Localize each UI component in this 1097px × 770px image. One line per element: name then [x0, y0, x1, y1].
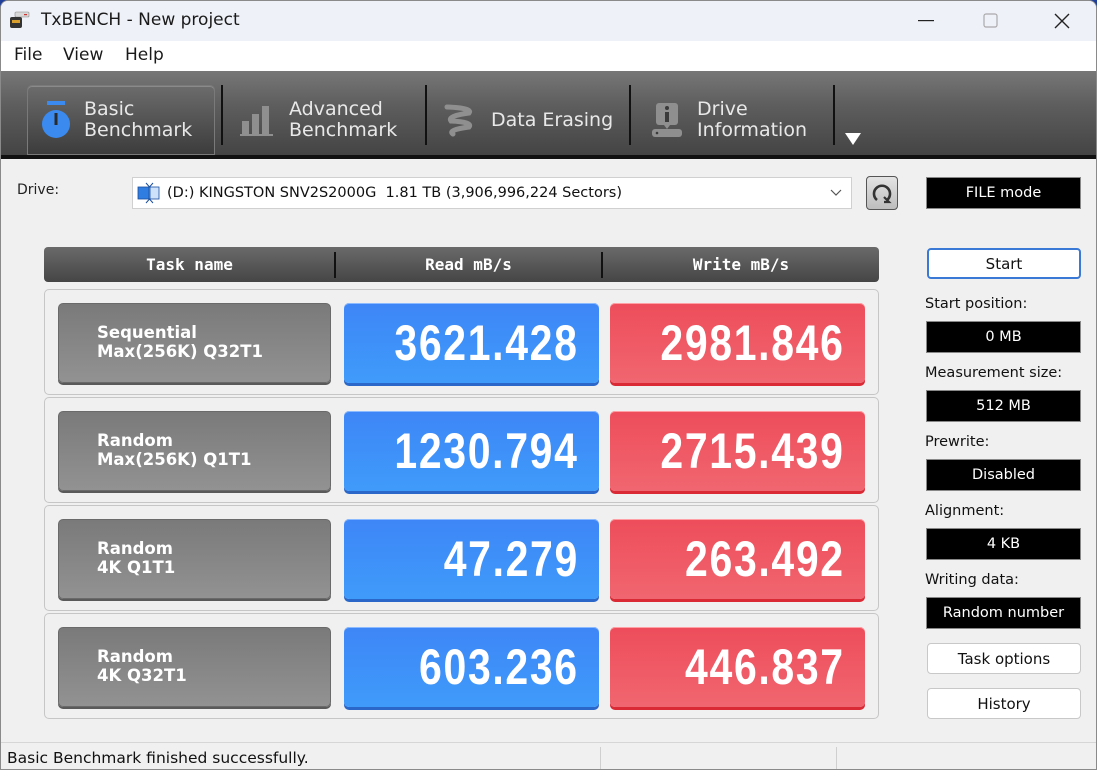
- result-row-rnd-q1t1: Random Max(256K) Q1T1 1230.794 2715.439: [44, 397, 879, 503]
- task-button[interactable]: Random 4K Q32T1: [58, 627, 331, 707]
- app-window: TxBENCH - New project File View Help Bas…: [0, 0, 1097, 770]
- tab-erasing-label: Data Erasing: [491, 108, 614, 131]
- result-row-4k-q1t1: Random 4K Q1T1 47.279 263.492: [44, 505, 879, 611]
- window-title: TxBENCH - New project: [41, 10, 240, 30]
- header-task-name: Task name: [146, 255, 233, 274]
- tab-advanced-line1: Advanced: [289, 98, 383, 120]
- maximize-icon: [983, 13, 998, 28]
- drive-select[interactable]: (D:) KINGSTON SNV2S2000G 1.81 TB (3,906,…: [132, 177, 852, 209]
- chevron-down-icon: [830, 189, 842, 196]
- write-value-text: 2981.846: [660, 315, 845, 371]
- history-button[interactable]: History: [927, 688, 1081, 719]
- task-button[interactable]: Sequential Max(256K) Q32T1: [58, 303, 331, 383]
- close-button[interactable]: [1032, 1, 1092, 41]
- menu-bar: File View Help: [1, 41, 1096, 71]
- tab-basic-benchmark[interactable]: Basic Benchmark: [27, 85, 215, 155]
- measurement-size-value[interactable]: 512 MB: [926, 390, 1081, 422]
- status-separator: [600, 747, 601, 769]
- write-value: 263.492: [610, 519, 865, 599]
- task-name-line1: Random: [97, 431, 173, 450]
- status-separator: [836, 747, 837, 769]
- alignment-value[interactable]: 4 KB: [926, 528, 1081, 560]
- toolbar-separator: [629, 85, 631, 145]
- read-value: 1230.794: [344, 411, 599, 491]
- tab-drive-line1: Drive: [697, 98, 748, 120]
- write-value-text: 446.837: [685, 639, 845, 695]
- prewrite-value[interactable]: Disabled: [926, 459, 1081, 491]
- read-value-text: 3621.428: [394, 315, 579, 371]
- task-name-line1: Random: [97, 539, 173, 558]
- read-value-text: 47.279: [443, 531, 579, 587]
- minimize-button[interactable]: [896, 1, 956, 41]
- task-options-button[interactable]: Task options: [927, 643, 1081, 674]
- drive-label: Drive:: [17, 182, 60, 198]
- task-name-line1: Sequential: [97, 323, 197, 342]
- bar-chart-icon: [240, 106, 273, 136]
- read-value: 47.279: [344, 519, 599, 599]
- main-toolbar: Basic Benchmark Advanced Benchmark Data …: [1, 71, 1096, 159]
- writing-data-label: Writing data:: [925, 572, 1019, 588]
- status-message: Basic Benchmark finished successfully.: [7, 749, 309, 767]
- prewrite-label: Prewrite:: [925, 434, 990, 450]
- tab-advanced-line2: Benchmark: [289, 119, 398, 141]
- start-button[interactable]: Start: [927, 248, 1081, 279]
- write-value: 446.837: [610, 627, 865, 707]
- mode-display: FILE mode: [926, 177, 1081, 209]
- read-value-text: 1230.794: [394, 423, 579, 479]
- stopwatch-icon: [42, 101, 70, 138]
- task-name-line2: Max(256K) Q1T1: [97, 450, 252, 469]
- drive-select-value: (D:) KINGSTON SNV2S2000G 1.81 TB (3,906,…: [167, 185, 623, 201]
- minimize-icon: [918, 20, 934, 22]
- refresh-icon: [872, 184, 892, 204]
- task-button[interactable]: Random 4K Q1T1: [58, 519, 331, 599]
- tab-advanced-benchmark[interactable]: Advanced Benchmark: [237, 85, 423, 155]
- write-value-text: 2715.439: [660, 423, 845, 479]
- read-value: 603.236: [344, 627, 599, 707]
- menu-file[interactable]: File: [14, 45, 42, 65]
- writing-data-value[interactable]: Random number: [926, 597, 1081, 629]
- results-header: Task name Read mB/s Write mB/s: [44, 247, 879, 282]
- menu-view[interactable]: View: [63, 45, 103, 65]
- task-button[interactable]: Random Max(256K) Q1T1: [58, 411, 331, 491]
- task-name-line2: 4K Q1T1: [97, 558, 176, 577]
- maximize-button[interactable]: [961, 1, 1021, 41]
- refresh-button[interactable]: [866, 176, 898, 210]
- toolbar-separator: [425, 85, 427, 145]
- header-read: Read mB/s: [425, 255, 512, 274]
- menu-help[interactable]: Help: [125, 45, 164, 65]
- drive-info-icon: [652, 103, 682, 137]
- tab-drive-line2: Information: [697, 119, 807, 141]
- title-bar: TxBENCH - New project: [1, 1, 1096, 41]
- tab-drive-information[interactable]: Drive Information: [645, 85, 831, 155]
- write-value-text: 263.492: [685, 531, 845, 587]
- read-value: 3621.428: [344, 303, 599, 383]
- toolbar-overflow-button[interactable]: [844, 131, 862, 150]
- result-row-seq-q32t1: Sequential Max(256K) Q32T1 3621.428 2981…: [44, 289, 879, 395]
- measurement-size-label: Measurement size:: [925, 365, 1063, 381]
- triangle-down-icon: [845, 133, 861, 145]
- result-row-4k-q32t1: Random 4K Q32T1 603.236 446.837: [44, 613, 879, 719]
- eraser-icon: [444, 104, 473, 137]
- start-position-label: Start position:: [925, 296, 1028, 312]
- header-write: Write mB/s: [692, 255, 790, 274]
- task-name-line2: 4K Q32T1: [97, 666, 187, 685]
- write-value: 2715.439: [610, 411, 865, 491]
- tab-basic-line1: Basic: [84, 98, 135, 120]
- task-name-line2: Max(256K) Q32T1: [97, 342, 263, 361]
- toolbar-separator: [833, 85, 835, 145]
- read-value-text: 603.236: [419, 639, 579, 695]
- start-position-value[interactable]: 0 MB: [926, 321, 1081, 353]
- drive-icon: [137, 182, 160, 204]
- close-icon: [1054, 13, 1070, 29]
- write-value: 2981.846: [610, 303, 865, 383]
- toolbar-separator: [221, 85, 223, 145]
- tab-basic-line2: Benchmark: [84, 119, 193, 141]
- alignment-label: Alignment:: [925, 503, 1005, 519]
- status-bar: Basic Benchmark finished successfully.: [1, 742, 1096, 769]
- task-name-line1: Random: [97, 647, 173, 666]
- tab-data-erasing[interactable]: Data Erasing: [441, 85, 627, 155]
- app-icon: [10, 11, 30, 28]
